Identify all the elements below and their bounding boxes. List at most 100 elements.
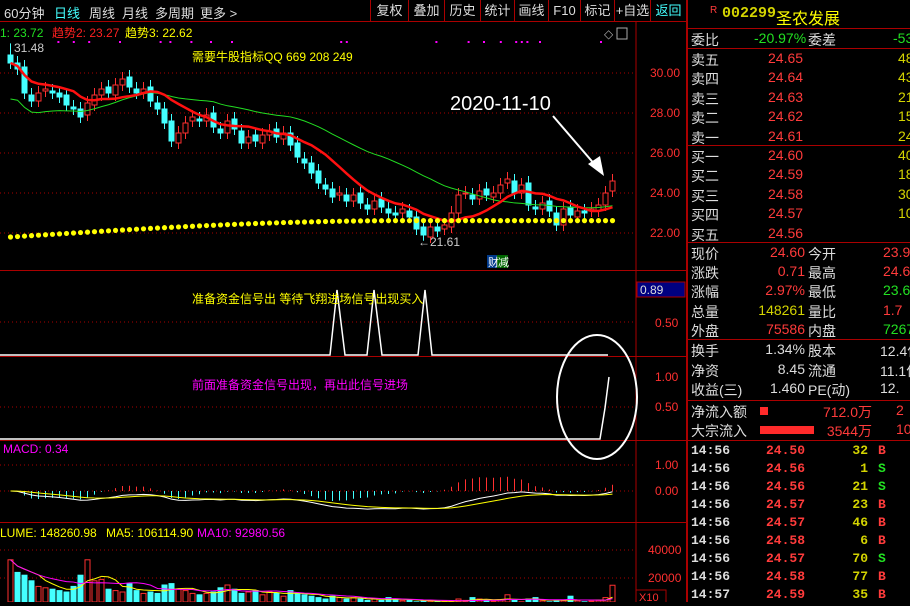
stat-value: 2.97% [765, 282, 805, 298]
trend3-dot [64, 231, 69, 236]
tick-row: 14:5624.5032B [688, 443, 910, 462]
trend3-dot [505, 218, 510, 223]
bid-row: 买二24.5918 [688, 166, 910, 185]
low-label: ←21.61 [418, 235, 460, 249]
period-60min[interactable]: 60分钟 [4, 3, 44, 22]
bid-row: 买四24.5710 [688, 205, 910, 224]
tick-volume: 46 [852, 515, 868, 530]
more-menu[interactable]: 更多 > [200, 3, 237, 22]
bid-volume: 40 [898, 147, 910, 163]
fund-value: 12. [880, 380, 899, 396]
period-daily[interactable]: 日线 [54, 3, 80, 22]
candle-body [386, 209, 391, 213]
candle-body [232, 119, 237, 129]
volume-bar [260, 595, 265, 602]
trend3-dot [113, 228, 118, 233]
trend3-dot [512, 218, 517, 223]
trend3-dot [351, 218, 356, 223]
candle-body [120, 79, 125, 85]
trend3-dot [218, 222, 223, 227]
price-tick: 24.00 [650, 186, 680, 200]
kline-chart[interactable]: 1: 23.72 趋势2: 23.27 趋势3: 22.62 ◇ 需要牛股指标Q… [0, 22, 686, 602]
candle-body [295, 143, 300, 157]
fund-value: 12.4亿 [880, 341, 910, 360]
trend3-dot [309, 219, 314, 224]
draw-button[interactable]: 画线 [514, 0, 548, 22]
candle-body [106, 87, 111, 93]
back-button[interactable]: 返回 [650, 0, 686, 22]
candle-body [323, 185, 328, 189]
trend3-dot [400, 218, 405, 223]
volume-bar [267, 592, 272, 602]
diamond-icon[interactable]: ◇ [604, 27, 614, 41]
volume-bar [274, 593, 279, 602]
tick-volume: 35 [852, 587, 868, 602]
fund-label: 股本 [808, 341, 836, 360]
stats-button[interactable]: 统计 [480, 0, 514, 22]
flow-value: 3544万 [827, 421, 872, 440]
trend3-dot [36, 233, 41, 238]
ad-text: 需要牛股指标QQ 669 208 249 [192, 49, 353, 64]
trend3-dot [470, 218, 475, 223]
candle-body [36, 93, 41, 101]
trend3-dot [358, 218, 363, 223]
candle-body [421, 227, 426, 235]
price-tick: 22.00 [650, 226, 680, 240]
signal2-tick: 1.00 [655, 370, 679, 384]
bid-volume: 10 [898, 205, 910, 221]
period-weekly[interactable]: 周线 [89, 3, 115, 22]
tick-row: 14:5624.5723B [688, 497, 910, 516]
flow-bar [760, 407, 768, 415]
bid-price: 24.57 [768, 205, 803, 221]
tick-row: 14:5624.5746B [688, 515, 910, 534]
volume-bar [141, 593, 146, 602]
macd-plot [11, 477, 613, 509]
signal-dot [500, 41, 502, 43]
stat-value: 24.6 [883, 263, 910, 279]
trend3-dot [29, 233, 34, 238]
period-multi[interactable]: 多周期 [155, 3, 194, 22]
tick-price: 24.57 [766, 515, 805, 530]
candles [8, 43, 615, 243]
period-monthly[interactable]: 月线 [122, 3, 148, 22]
trend3-dot [498, 218, 503, 223]
candle-body [134, 89, 139, 93]
trend3-dot [8, 234, 13, 239]
fund-label: PE(动) [808, 380, 850, 399]
volume-bar [281, 596, 286, 602]
stat-row: 涨幅2.97%最低23.6 [688, 282, 910, 301]
price-axis: 30.00 28.00 26.00 24.00 22.00 [650, 66, 680, 240]
candle-body [99, 89, 104, 95]
panel-toggle-icon[interactable] [617, 28, 627, 39]
signal-dot [600, 41, 602, 43]
candle-body [470, 195, 475, 199]
candle-body [442, 225, 447, 229]
overlay-button[interactable]: 叠加 [408, 0, 444, 22]
signal-dot [231, 41, 233, 43]
ask-row: 卖五24.6548 [688, 50, 910, 69]
volume-bar [204, 593, 209, 602]
candle-body [316, 171, 321, 183]
trend3-dot [288, 220, 293, 225]
mark-button[interactable]: 标记 [580, 0, 614, 22]
signal-dot [539, 41, 541, 43]
tick-price: 24.57 [766, 497, 805, 512]
trend3-dot [330, 219, 335, 224]
fund-value: 1.460 [770, 380, 805, 396]
flow-row: 大宗流入3544万10 [688, 421, 910, 440]
fuquan-button[interactable]: 复权 [370, 0, 408, 22]
tick-time: 14:56 [691, 443, 730, 458]
tick-price: 24.56 [766, 479, 805, 494]
legend-trend3: 趋势3: 22.62 [125, 26, 193, 40]
tick-time: 14:56 [691, 569, 730, 584]
volume-bar [8, 560, 13, 602]
candle-body [64, 95, 69, 105]
fund-value: 11.1亿 [880, 361, 910, 380]
f10-button[interactable]: F10 [548, 0, 580, 22]
tick-direction: S [878, 461, 886, 476]
flow-label: 净流入额 [691, 402, 747, 421]
quote-panel: R 002299 圣农发展 委比 -20.97% 委差 -53 卖五24.654… [686, 0, 910, 602]
add-watchlist-button[interactable]: +自选 [614, 0, 650, 22]
trend3-dot [106, 228, 111, 233]
history-button[interactable]: 历史 [444, 0, 480, 22]
